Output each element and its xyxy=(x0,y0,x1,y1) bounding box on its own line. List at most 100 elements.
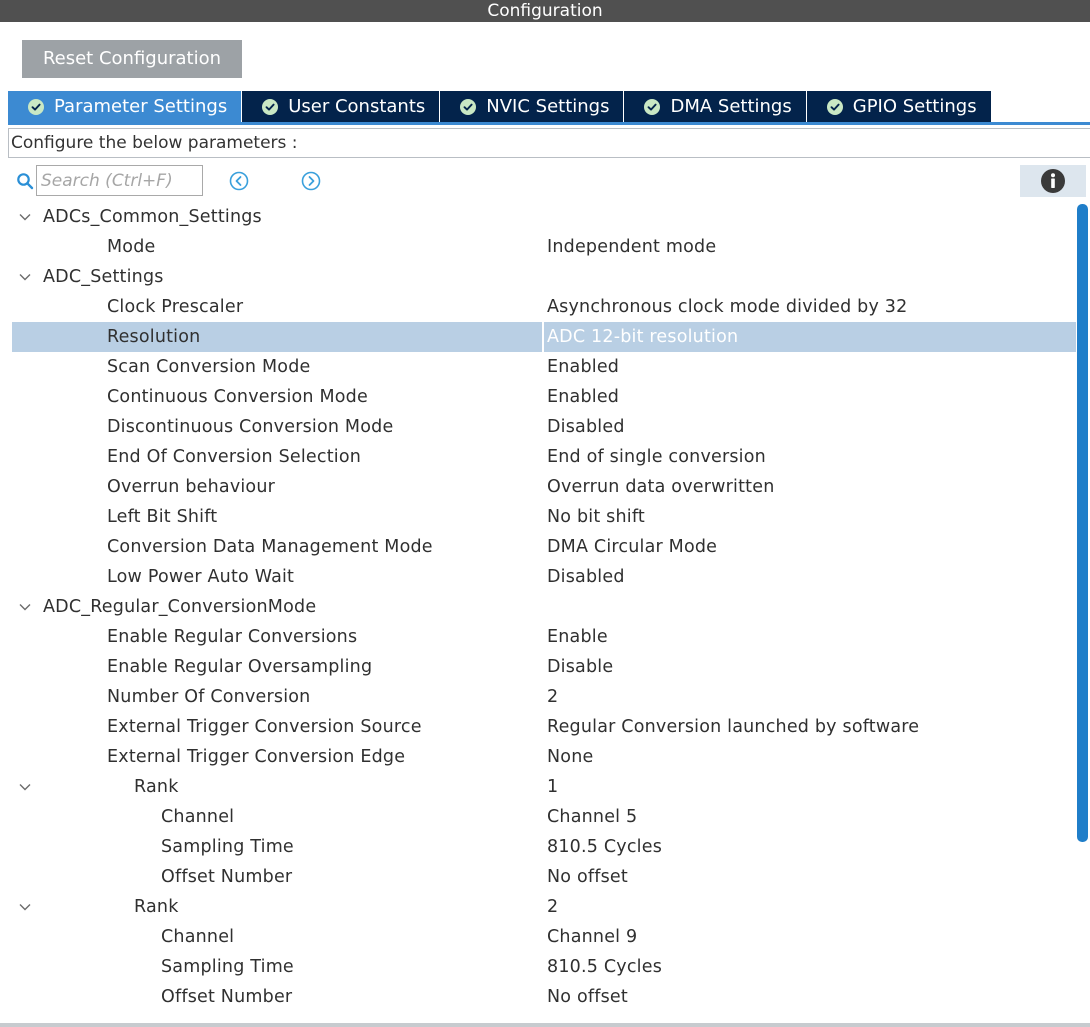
param-label: Channel xyxy=(161,927,235,947)
param-value[interactable]: No bit shift xyxy=(547,502,645,532)
tree-group-row[interactable]: ADC_Settings xyxy=(12,262,1076,292)
scrollbar-thumb[interactable] xyxy=(1077,204,1088,842)
param-value[interactable]: 810.5 Cycles xyxy=(547,952,662,982)
param-value: 1 xyxy=(547,777,559,797)
param-value[interactable]: Enable xyxy=(547,622,608,652)
tab-dma-settings[interactable]: DMA Settings xyxy=(624,91,807,122)
search-input[interactable] xyxy=(36,165,203,196)
param-value[interactable]: Disabled xyxy=(547,562,625,592)
configuration-panel: Configuration Reset Configuration Parame… xyxy=(0,0,1090,1027)
bottom-divider xyxy=(0,1023,1090,1027)
param-value[interactable]: Channel 5 xyxy=(547,802,637,832)
reset-configuration-button[interactable]: Reset Configuration xyxy=(22,40,242,78)
check-circle-icon xyxy=(262,98,279,115)
arrow-right-circle-icon[interactable] xyxy=(300,170,322,192)
tab-user-constants[interactable]: User Constants xyxy=(242,91,441,122)
parameters-description: Configure the below parameters : xyxy=(8,128,1090,158)
tree-param-row[interactable]: Number Of Conversion 2 xyxy=(12,682,1076,712)
param-label: Clock Prescaler xyxy=(107,297,244,317)
tab-parameter-settings[interactable]: Parameter Settings xyxy=(8,91,243,122)
param-value[interactable]: No offset xyxy=(547,982,628,1012)
tree-param-row[interactable]: Overrun behaviour Overrun data overwritte… xyxy=(12,472,1076,502)
param-label: Offset Number xyxy=(161,987,293,1007)
window-title: Configuration xyxy=(0,0,1090,22)
param-label: Left Bit Shift xyxy=(107,507,218,527)
param-label: External Trigger Conversion Source xyxy=(107,717,422,737)
chevron-down-icon[interactable] xyxy=(19,902,31,912)
param-label: Sampling Time xyxy=(161,957,294,977)
tab-label: DMA Settings xyxy=(670,96,792,117)
check-circle-icon xyxy=(644,98,661,115)
tree-param-row[interactable]: Channel Channel 5 xyxy=(12,802,1076,832)
param-label: External Trigger Conversion Edge xyxy=(107,747,406,767)
param-label: ADC_Regular_ConversionMode xyxy=(43,597,317,617)
param-label: Continuous Conversion Mode xyxy=(107,387,368,407)
tree-param-row[interactable]: Conversion Data Management Mode DMA Circu… xyxy=(12,532,1076,562)
param-value[interactable]: Regular Conversion launched by software xyxy=(547,712,919,742)
chevron-down-icon[interactable] xyxy=(19,272,31,282)
tree-group-row[interactable]: ADCs_Common_Settings xyxy=(12,202,1076,232)
tree-param-row[interactable]: Clock Prescaler Asynchronous clock mode d… xyxy=(12,292,1076,322)
param-label: Number Of Conversion xyxy=(107,687,311,707)
search-icon[interactable] xyxy=(16,172,34,190)
param-label: Overrun behaviour xyxy=(107,477,276,497)
tree-group-row[interactable]: ADC_Regular_ConversionMode xyxy=(12,592,1076,622)
chevron-down-icon[interactable] xyxy=(19,602,31,612)
param-label: Enable Regular Conversions xyxy=(107,627,358,647)
tree-param-row[interactable]: Left Bit Shift No bit shift xyxy=(12,502,1076,532)
param-label: Rank xyxy=(134,777,179,797)
tab-underline xyxy=(8,122,1090,125)
param-value[interactable]: Independent mode xyxy=(547,232,716,262)
param-value[interactable]: 2 xyxy=(547,682,558,712)
column-separator xyxy=(542,322,544,352)
tree-param-row[interactable]: Sampling Time 810.5 Cycles xyxy=(12,832,1076,862)
param-value: 2 xyxy=(547,897,559,917)
param-label: Enable Regular Oversampling xyxy=(107,657,373,677)
param-value[interactable]: Channel 9 xyxy=(547,922,637,952)
param-label: End Of Conversion Selection xyxy=(107,447,362,467)
tree-param-row[interactable]: Offset Number No offset xyxy=(12,982,1076,1012)
tree-param-row[interactable]: Resolution ADC 12-bit resolution xyxy=(12,322,1076,352)
tree-param-row[interactable]: Scan Conversion Mode Enabled xyxy=(12,352,1076,382)
tree-param-row[interactable]: Mode Independent mode xyxy=(12,232,1076,262)
tree-param-row[interactable]: Sampling Time 810.5 Cycles xyxy=(12,952,1076,982)
tree-param-row[interactable]: Offset Number No offset xyxy=(12,862,1076,892)
info-button[interactable] xyxy=(1020,165,1086,197)
info-icon xyxy=(1041,169,1065,193)
tree-param-row[interactable]: Discontinuous Conversion Mode Disabled xyxy=(12,412,1076,442)
param-value[interactable]: Enabled xyxy=(547,382,619,412)
param-value[interactable]: None xyxy=(547,742,593,772)
chevron-down-icon[interactable] xyxy=(19,782,31,792)
tab-gpio-settings[interactable]: GPIO Settings xyxy=(806,91,992,122)
param-value[interactable]: DMA Circular Mode xyxy=(547,532,717,562)
tree-param-row[interactable]: Low Power Auto Wait Disabled xyxy=(12,562,1076,592)
param-value[interactable]: Asynchronous clock mode divided by 32 xyxy=(547,292,907,322)
tree-param-row[interactable]: Channel Channel 9 xyxy=(12,922,1076,952)
param-value[interactable]: Overrun data overwritten xyxy=(547,472,774,502)
param-value[interactable]: End of single conversion xyxy=(547,442,766,472)
tree-param-row[interactable]: External Trigger Conversion Source Regula… xyxy=(12,712,1076,742)
param-value[interactable]: No offset xyxy=(547,862,628,892)
tree-group-row[interactable]: Rank 1 xyxy=(12,772,1076,802)
param-value[interactable]: Enabled xyxy=(547,352,619,382)
tree-param-row[interactable]: Enable Regular Conversions Enable xyxy=(12,622,1076,652)
param-value[interactable]: 810.5 Cycles xyxy=(547,832,662,862)
tree-param-row[interactable]: Enable Regular Oversampling Disable xyxy=(12,652,1076,682)
tree-param-row[interactable]: End Of Conversion Selection End of single… xyxy=(12,442,1076,472)
arrow-left-circle-icon[interactable] xyxy=(228,170,250,192)
param-label: Mode xyxy=(107,237,156,257)
param-value[interactable]: ADC 12-bit resolution xyxy=(547,322,738,352)
tab-label: Parameter Settings xyxy=(54,96,228,117)
param-value[interactable]: Disabled xyxy=(547,412,625,442)
tree-param-row[interactable]: External Trigger Conversion Edge None xyxy=(12,742,1076,772)
chevron-down-icon[interactable] xyxy=(19,212,31,222)
settings-tabs: Parameter Settings User Constants NVIC Set… xyxy=(8,91,992,122)
param-label: Discontinuous Conversion Mode xyxy=(107,417,394,437)
param-label: Scan Conversion Mode xyxy=(107,357,311,377)
tree-param-row[interactable]: Continuous Conversion Mode Enabled xyxy=(12,382,1076,412)
param-label: ADCs_Common_Settings xyxy=(43,207,262,227)
param-value[interactable]: Disable xyxy=(547,652,613,682)
tab-nvic-settings[interactable]: NVIC Settings xyxy=(440,91,625,122)
tree-group-row[interactable]: Rank 2 xyxy=(12,892,1076,922)
param-label: ADC_Settings xyxy=(43,267,164,287)
